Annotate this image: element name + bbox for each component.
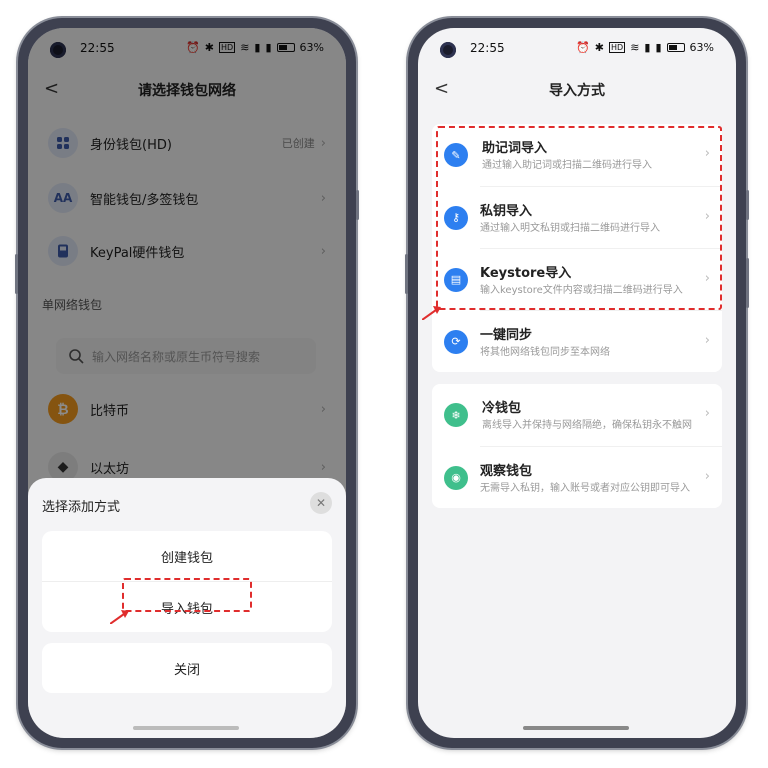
battery-level: 63% xyxy=(689,41,714,54)
watch-wallet-option[interactable]: ◉ 观察钱包 无需导入私钥，输入账号或者对应公钥即可导入 › xyxy=(444,446,722,508)
one-click-sync-option[interactable]: ⟳ 一键同步 将其他网络钱包同步至本网络 › xyxy=(444,310,722,372)
special-wallet-card: ❄ 冷钱包 离线导入并保持与网络隔绝，确保私钥永不触网 › ◉ 观察钱包 无需导… xyxy=(432,384,722,508)
bluetooth-icon: ✱ xyxy=(594,41,605,54)
home-indicator xyxy=(133,726,239,730)
status-bar: 22:55 ⏰ ✱ HD ≋ ▮ ▮ 63% xyxy=(418,28,736,70)
home-indicator xyxy=(523,726,629,730)
option-desc: 将其他网络钱包同步至本网络 xyxy=(480,346,610,358)
volume-button xyxy=(405,254,408,294)
highlight-box xyxy=(436,126,722,310)
signal-icon-2: ▮ xyxy=(655,41,662,54)
sync-icon: ⟳ xyxy=(444,329,468,354)
close-icon[interactable]: ✕ xyxy=(310,492,332,514)
battery-icon xyxy=(666,43,685,52)
sheet-title: 选择添加方式 xyxy=(42,500,121,515)
create-wallet-button[interactable]: 创建钱包 xyxy=(42,531,332,581)
chevron-right-icon: › xyxy=(704,469,710,484)
status-time: 22:55 xyxy=(470,41,505,55)
wifi-icon: ≋ xyxy=(630,41,640,54)
camera-icon xyxy=(440,42,456,58)
eye-icon: ◉ xyxy=(444,465,468,490)
power-button xyxy=(746,190,749,220)
chevron-right-icon: › xyxy=(704,406,710,421)
option-title: 冷钱包 xyxy=(482,401,522,416)
alarm-icon: ⏰ xyxy=(576,41,590,54)
pointer-arrow-icon xyxy=(422,306,441,320)
option-title: 观察钱包 xyxy=(480,463,533,479)
option-title: 一键同步 xyxy=(480,327,533,343)
highlight-box xyxy=(122,578,252,612)
left-phone: 22:55 ⏰ ✱ HD ≋ ▮ ▮ 63% < 请选择钱包网络 身份钱包(HD… xyxy=(15,18,359,748)
pointer-arrow-icon xyxy=(110,610,129,624)
power-button xyxy=(356,190,359,220)
right-screen: 22:55 ⏰ ✱ HD ≋ ▮ ▮ 63% < 导入方式 ✎ 助记词导入 通过… xyxy=(418,28,736,738)
hd-icon: HD xyxy=(609,42,626,53)
cold-wallet-option[interactable]: ❄ 冷钱包 离线导入并保持与网络隔绝，确保私钥永不触网 › xyxy=(432,384,722,446)
option-desc: 无需导入私钥，输入账号或者对应公钥即可导入 xyxy=(480,482,690,494)
close-card: 关闭 xyxy=(42,643,332,693)
volume-button-2 xyxy=(746,258,749,308)
volume-button xyxy=(15,254,18,294)
signal-icon: ▮ xyxy=(644,41,651,54)
right-phone: 22:55 ⏰ ✱ HD ≋ ▮ ▮ 63% < 导入方式 ✎ 助记词导入 通过… xyxy=(405,18,749,748)
nav-bar: < 导入方式 xyxy=(418,72,736,108)
cold-wallet-icon: ❄ xyxy=(444,403,468,427)
close-button[interactable]: 关闭 xyxy=(42,643,332,693)
page-title: 导入方式 xyxy=(549,83,605,99)
left-screen: 22:55 ⏰ ✱ HD ≋ ▮ ▮ 63% < 请选择钱包网络 身份钱包(HD… xyxy=(28,28,346,738)
chevron-right-icon: › xyxy=(704,333,710,348)
option-desc: 离线导入并保持与网络隔绝，确保私钥永不触网 xyxy=(482,420,692,431)
